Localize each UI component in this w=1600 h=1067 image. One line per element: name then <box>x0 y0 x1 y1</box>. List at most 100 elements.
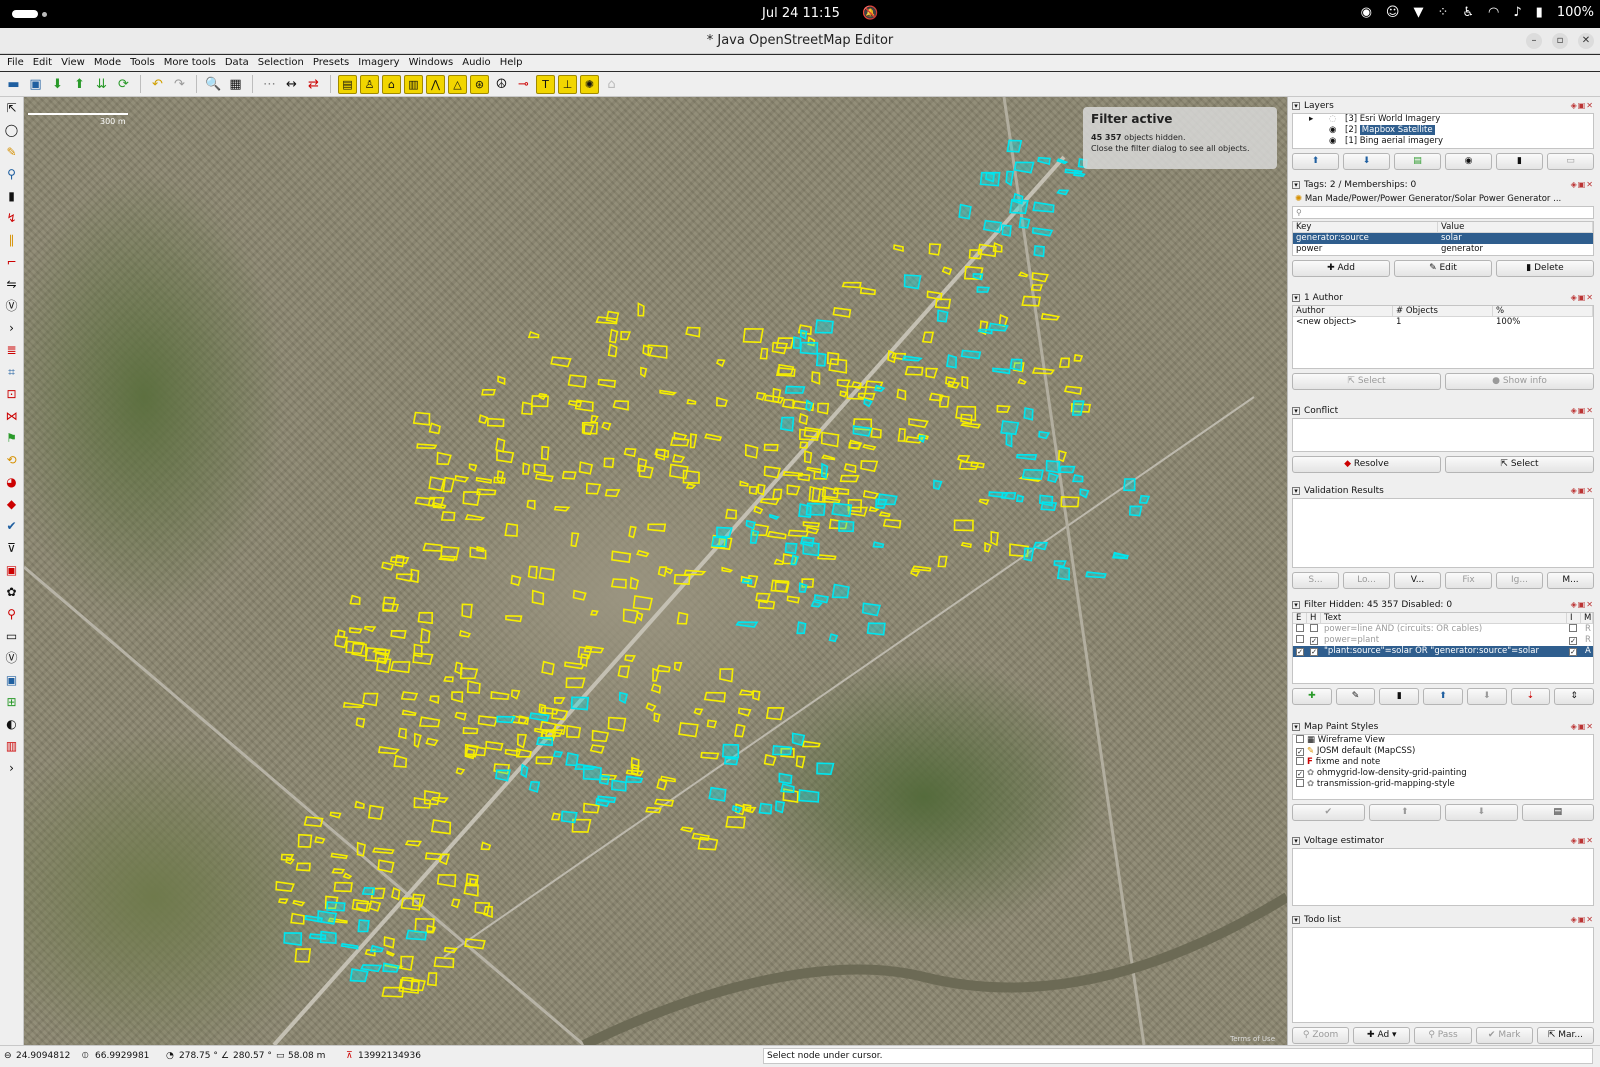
align-icon[interactable]: ↔ <box>282 75 301 94</box>
preset-wind-icon[interactable]: ☮ <box>492 75 511 94</box>
expand-toolbox-icon[interactable]: › <box>3 319 21 338</box>
preset-transformer-icon[interactable]: ▥ <box>404 74 423 94</box>
move-up-icon[interactable]: ⬆ <box>1292 153 1339 170</box>
select-conflict-button[interactable]: ⇱ Select <box>1445 456 1594 473</box>
layer-row[interactable]: [2] Mapbox Satellite ◉ <box>1293 125 1593 136</box>
add-filter-icon[interactable]: ✚ <box>1292 688 1332 705</box>
panel-controls[interactable]: ◈▣✕ <box>1571 834 1594 848</box>
discord-icon[interactable]: ☺ <box>1386 5 1400 20</box>
collapse-icon[interactable]: ▾ <box>1292 723 1300 731</box>
delete-filter-icon[interactable]: ▮ <box>1379 688 1420 705</box>
zoom-mode-icon[interactable]: ⚲ <box>3 165 21 184</box>
style-checkbox[interactable] <box>1296 779 1304 787</box>
grid-icon[interactable]: ⁘ <box>1437 5 1448 20</box>
validation-select-button[interactable]: S... <box>1292 572 1339 589</box>
show-info-button[interactable]: ● Show info <box>1445 373 1594 390</box>
select-author-button[interactable]: ⇱ Select <box>1292 373 1441 390</box>
add-tag-button[interactable]: ✚ Add <box>1292 260 1390 277</box>
activate-layer-icon[interactable]: ▤ <box>1394 153 1441 170</box>
inverted-checkbox[interactable]: ✓ <box>1569 648 1577 656</box>
eye-icon[interactable]: ◌ <box>1329 114 1336 125</box>
todo-icon[interactable]: ▥ <box>3 737 21 756</box>
preset-portal-icon[interactable]: T <box>536 74 555 94</box>
menu-tools[interactable]: Tools <box>130 55 155 71</box>
filter-more-icon[interactable]: ⇕ <box>1554 688 1595 705</box>
save-icon[interactable]: ▣ <box>26 75 45 94</box>
lasso-mode-icon[interactable]: ◯ <box>3 121 21 140</box>
map-paint-styles-icon[interactable]: ✿ <box>3 583 21 602</box>
maximize-icon[interactable]: ▫ <box>1552 33 1568 49</box>
filter-row[interactable]: ✓ power=plant ✓ R <box>1293 635 1593 646</box>
menu-help[interactable]: Help <box>500 55 523 71</box>
filter-up-icon[interactable]: ⬆ <box>1423 688 1463 705</box>
panel-controls[interactable]: ◈▣✕ <box>1571 720 1594 734</box>
split-mode-icon[interactable]: ⇋ <box>3 275 21 294</box>
panel-controls[interactable]: ◈▣✕ <box>1571 291 1594 305</box>
eye-icon[interactable]: ◉ <box>1329 136 1336 147</box>
chrome-icon[interactable]: ◉ <box>1361 5 1372 20</box>
system-tray[interactable]: ◉ ☺ ▼ ⁘ ♿ ◠ ♪ ▮ 100% <box>1361 5 1594 20</box>
draw-mode-icon[interactable]: ✎ <box>3 143 21 162</box>
toggle-visibility-icon[interactable]: ◉ <box>1445 153 1492 170</box>
collapse-icon[interactable]: ▾ <box>1292 487 1300 495</box>
merge-layer-icon[interactable]: ▭ <box>1547 153 1594 170</box>
table-row[interactable]: <new object> 1 100% <box>1293 317 1593 328</box>
preset-plug-icon[interactable]: ⊸ <box>514 75 533 94</box>
panel-controls[interactable]: ◈▣✕ <box>1571 913 1594 927</box>
tags-dialog-icon[interactable]: ⌗ <box>3 363 21 382</box>
inverted-checkbox[interactable] <box>1569 624 1577 632</box>
menu-view[interactable]: View <box>61 55 85 71</box>
todo-mark-button[interactable]: ✔ Mark <box>1475 1027 1533 1044</box>
style-row[interactable]: ✓ ✎ JOSM default (MapCSS) <box>1293 746 1593 757</box>
edit-tag-button[interactable]: ✎ Edit <box>1394 260 1492 277</box>
delete-layer-icon[interactable]: ▮ <box>1496 153 1543 170</box>
edit-filter-icon[interactable]: ✎ <box>1335 688 1376 705</box>
preset-minor-line-icon[interactable]: △ <box>448 74 467 94</box>
parallel-mode-icon[interactable]: ∥ <box>3 231 21 250</box>
style-checkbox[interactable] <box>1296 757 1304 765</box>
download-icon[interactable]: ⬇ <box>48 75 67 94</box>
download-along-icon[interactable]: ⇊ <box>92 75 111 94</box>
geo-image-icon[interactable]: ⚲ <box>3 605 21 624</box>
table-row[interactable]: power generator <box>1293 244 1593 255</box>
validate-button[interactable]: V... <box>1394 572 1441 589</box>
filter-icon[interactable]: ⊽ <box>3 539 21 558</box>
enabled-checkbox[interactable] <box>1296 635 1304 643</box>
filter-row[interactable]: ✓ ✓ "plant:source"=solar OR "generator:sou… <box>1293 646 1593 657</box>
style-checkbox[interactable]: ✓ <box>1296 748 1304 756</box>
redo-icon[interactable]: ↷ <box>170 75 189 94</box>
enabled-checkbox[interactable]: ✓ <box>1296 648 1304 656</box>
panel-controls[interactable]: ◈▣✕ <box>1571 598 1594 612</box>
move-down-icon[interactable]: ⬇ <box>1343 153 1390 170</box>
select-mode-icon[interactable]: ⇱ <box>3 99 21 118</box>
imagery-attribution[interactable]: Terms of Use <box>1230 1035 1275 1043</box>
collapse-icon[interactable]: ▾ <box>1292 407 1300 415</box>
menu-selection[interactable]: Selection <box>258 55 304 71</box>
delete-tag-button[interactable]: ▮ Delete <box>1496 260 1594 277</box>
measurement-icon[interactable]: ⊞ <box>3 693 21 712</box>
extrude-mode-icon[interactable]: ⌐ <box>3 253 21 272</box>
panel-controls[interactable]: ◈▣✕ <box>1571 178 1594 192</box>
update-data-icon[interactable]: ⟳ <box>114 75 133 94</box>
sort-filter-icon[interactable]: ⇣ <box>1510 688 1551 705</box>
preset-line-icon[interactable]: ⋀ <box>426 74 445 94</box>
split-way-icon[interactable]: ⋯ <box>260 75 279 94</box>
plugins-icon[interactable]: ◐ <box>3 715 21 734</box>
upload-icon[interactable]: ⬆ <box>70 75 89 94</box>
layer-row[interactable]: [3] Esri World Imagery ◌ ▸ <box>1293 114 1593 125</box>
preset-terminal-icon[interactable]: ⊥ <box>558 74 577 94</box>
menu-mode[interactable]: Mode <box>94 55 121 71</box>
validation-lookup-button[interactable]: Lo... <box>1343 572 1390 589</box>
style-row[interactable]: ▦ Wireframe View <box>1293 735 1593 746</box>
style-row[interactable]: ✓ ✿ ohmygrid-low-density-grid-painting <box>1293 768 1593 779</box>
preset-tower-icon[interactable]: ▤ <box>338 74 357 94</box>
zoom-icon[interactable]: 🔍 <box>204 75 223 94</box>
preferences-icon[interactable]: ▦ <box>226 75 245 94</box>
command-stack-icon[interactable]: ▣ <box>3 671 21 690</box>
validation-icon[interactable]: ✔ <box>3 517 21 536</box>
preset-pole-icon[interactable]: ♙ <box>360 74 379 94</box>
hiding-checkbox[interactable] <box>1310 624 1318 632</box>
activate-style-icon[interactable]: ✔ <box>1292 804 1365 821</box>
collapse-icon[interactable]: ▾ <box>1292 916 1300 924</box>
ignore-button[interactable]: Ig... <box>1496 572 1543 589</box>
